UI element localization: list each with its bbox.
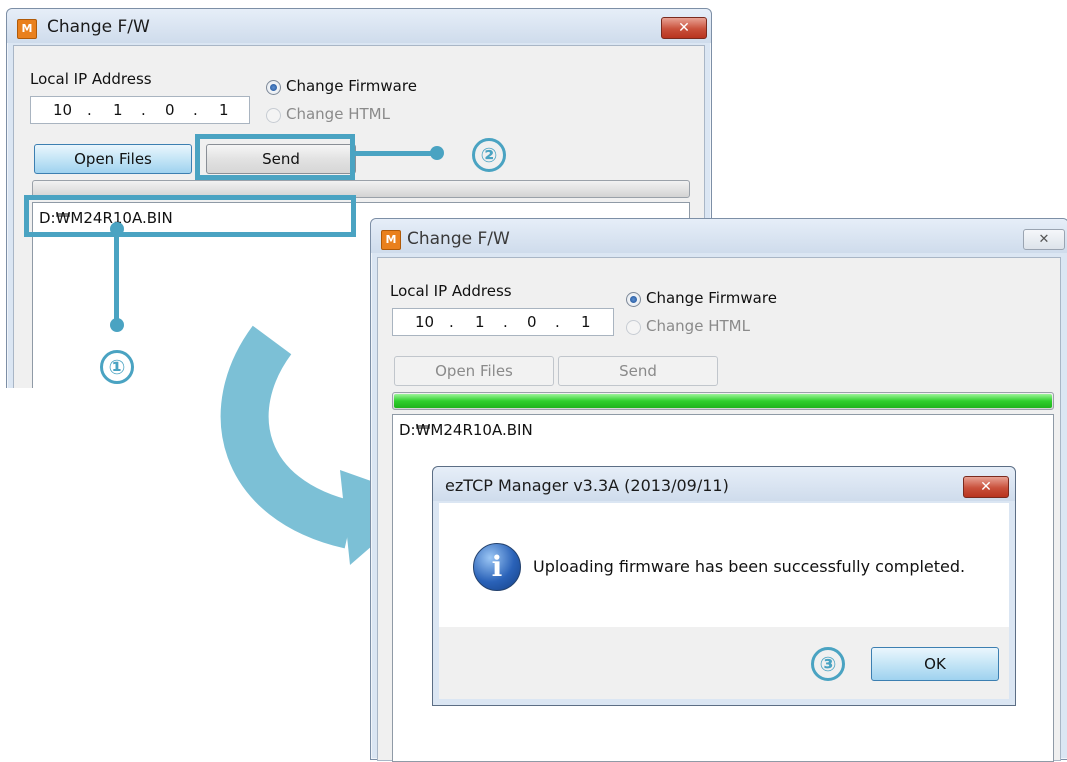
step-3-badge: ③ bbox=[811, 647, 845, 681]
ip-octet-1: 10 bbox=[415, 313, 435, 331]
local-ip-label: Local IP Address bbox=[390, 282, 512, 300]
ip-octet-2: 1 bbox=[475, 313, 485, 331]
ip-dot: . bbox=[193, 101, 198, 119]
step-1-badge: ① bbox=[100, 350, 134, 384]
message-box-footer: ③ OK bbox=[439, 627, 1009, 699]
step-2-badge: ② bbox=[472, 138, 506, 172]
message-box-titlebar[interactable]: ezTCP Manager v3.3A (2013/09/11) ✕ bbox=[433, 467, 1015, 501]
file-path-item[interactable]: D:₩M24R10A.BIN bbox=[399, 421, 533, 439]
radio-change-firmware[interactable] bbox=[626, 292, 641, 307]
radio-change-html[interactable] bbox=[266, 108, 281, 123]
callout-line-1 bbox=[114, 230, 119, 324]
radio-change-firmware[interactable] bbox=[266, 80, 281, 95]
close-button[interactable]: ✕ bbox=[963, 476, 1009, 498]
info-icon: i bbox=[473, 543, 521, 591]
radio-change-html[interactable] bbox=[626, 320, 641, 335]
radio-change-firmware-label[interactable]: Change Firmware bbox=[286, 77, 417, 95]
callout-dot-1-top bbox=[110, 222, 124, 236]
ip-octet-4: 1 bbox=[581, 313, 591, 331]
open-files-button[interactable]: Open Files bbox=[34, 144, 192, 174]
close-button[interactable]: ✕ bbox=[1023, 229, 1065, 250]
back-window-titlebar[interactable]: M Change F/W ✕ bbox=[7, 9, 711, 43]
message-box-body: i Uploading firmware has been successful… bbox=[439, 503, 1009, 627]
radio-change-html-label[interactable]: Change HTML bbox=[646, 317, 750, 335]
close-button[interactable]: ✕ bbox=[661, 17, 707, 39]
ip-octet-2: 1 bbox=[113, 101, 123, 119]
ip-dot: . bbox=[449, 313, 454, 331]
local-ip-field[interactable]: 10 . 1 . 0 . 1 bbox=[392, 308, 614, 336]
ok-button[interactable]: OK bbox=[871, 647, 999, 681]
callout-dot-2 bbox=[430, 146, 444, 160]
ip-dot: . bbox=[141, 101, 146, 119]
front-window-titlebar[interactable]: M Change F/W ✕ bbox=[371, 219, 1067, 253]
local-ip-field[interactable]: 10 . 1 . 0 . 1 bbox=[30, 96, 250, 124]
radio-change-firmware-label[interactable]: Change Firmware bbox=[646, 289, 777, 307]
app-icon: M bbox=[381, 230, 401, 250]
radio-change-html-label[interactable]: Change HTML bbox=[286, 105, 390, 123]
local-ip-label: Local IP Address bbox=[30, 70, 152, 88]
window-title: Change F/W bbox=[407, 229, 510, 249]
message-box: ezTCP Manager v3.3A (2013/09/11) ✕ i Upl… bbox=[432, 466, 1016, 706]
app-icon: M bbox=[17, 19, 37, 39]
ip-octet-3: 0 bbox=[165, 101, 175, 119]
ip-dot: . bbox=[503, 313, 508, 331]
callout-file-path-highlight bbox=[24, 195, 356, 237]
progress-fill bbox=[394, 394, 1052, 408]
ip-octet-3: 0 bbox=[527, 313, 537, 331]
send-button[interactable]: Send bbox=[558, 356, 718, 386]
callout-dot-1-bottom bbox=[110, 318, 124, 332]
callout-send-highlight bbox=[195, 134, 355, 180]
window-title: Change F/W bbox=[47, 17, 150, 37]
open-files-button[interactable]: Open Files bbox=[394, 356, 554, 386]
ip-dot: . bbox=[87, 101, 92, 119]
ip-octet-4: 1 bbox=[219, 101, 229, 119]
ip-dot: . bbox=[555, 313, 560, 331]
message-box-title: ezTCP Manager v3.3A (2013/09/11) bbox=[445, 476, 729, 495]
message-text: Uploading firmware has been successfully… bbox=[533, 557, 966, 576]
callout-line-2 bbox=[352, 151, 436, 156]
progress-bar bbox=[392, 392, 1054, 410]
ip-octet-1: 10 bbox=[53, 101, 73, 119]
